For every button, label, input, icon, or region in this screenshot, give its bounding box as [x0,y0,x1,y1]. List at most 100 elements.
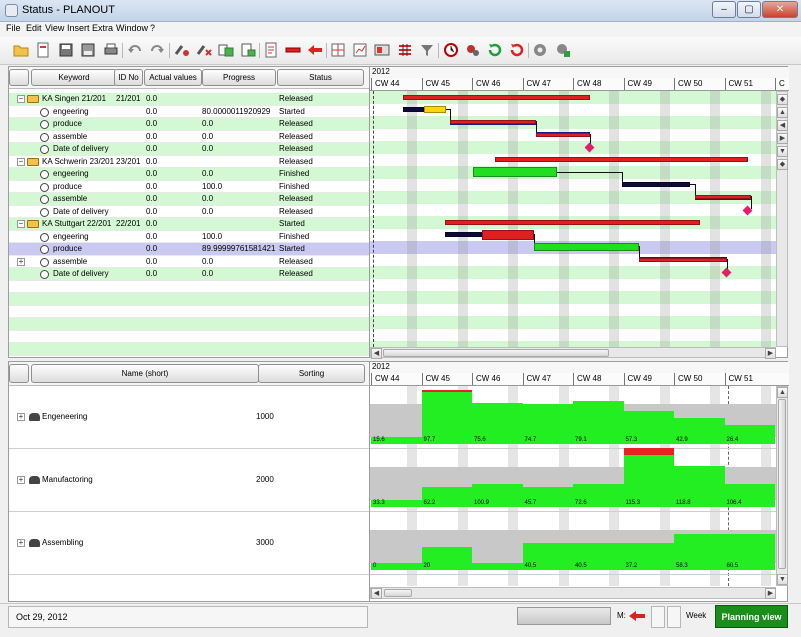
column-id-no[interactable]: ID No [114,69,143,86]
expand-toggle[interactable]: + [17,476,25,484]
gantt-finished-bar[interactable] [473,167,557,178]
load-scroll-left-arrow[interactable]: ◀ [371,588,382,599]
resources-corner-button[interactable] [9,364,29,383]
order-row[interactable]: + assemble 0.0 0.0 Released [9,255,371,268]
document-icon[interactable] [263,42,279,58]
print-icon[interactable] [103,42,119,58]
layout-icon[interactable] [374,42,390,58]
expand-toggle[interactable]: − [17,95,25,103]
gantt-task-bar[interactable] [536,132,590,137]
gantt-scroll-right-arrow[interactable]: ▶ [765,348,776,359]
plugin-icon[interactable] [555,42,571,58]
load-vertical-scrollbar[interactable]: ▲ ▼ [776,386,788,586]
arrow-left-icon[interactable] [307,42,323,58]
clock-icon[interactable] [443,42,459,58]
gantt-task-bar[interactable] [450,120,536,125]
undo-icon[interactable] [127,42,143,58]
maximize-button[interactable]: ▢ [737,1,761,18]
column-status[interactable]: Status [277,69,364,86]
settings-icon[interactable] [532,42,548,58]
gantt-task-bar[interactable] [482,229,534,240]
gantt-scroll-left-arrow[interactable]: ◀ [371,348,382,359]
column-actual-values[interactable]: Actual values [144,69,202,86]
load-horizontal-scrollbar[interactable]: ◀ ▶ [370,587,776,599]
order-row[interactable]: assemble 0.0 0.0 Released [9,193,371,206]
gantt-progress-bar[interactable] [403,107,424,113]
gantt-summary-bar[interactable] [403,94,590,100]
save-as-icon[interactable] [80,42,96,58]
gantt-scroll-down-button[interactable]: ▼ [777,146,788,157]
gantt-task-bar[interactable] [622,182,690,188]
order-row[interactable]: Date of delivery 0.0 0.0 Released [9,143,371,156]
expand-toggle[interactable]: − [17,220,25,228]
orders-corner-button[interactable] [9,69,29,86]
menu-view[interactable]: View [45,23,64,33]
load-scroll-thumb[interactable] [778,399,786,569]
gantt-scroll-right-button[interactable]: ▶ [777,133,788,144]
gantt-scroll-thumb[interactable] [383,349,609,357]
menu-insert[interactable]: Insert [67,23,90,33]
gantt-task-bar[interactable] [445,232,482,238]
order-row[interactable]: engeering 0.0 0.0 Finished [9,168,371,181]
gears-icon[interactable] [465,42,481,58]
order-row[interactable]: produce 0.0 0.0 Released [9,118,371,131]
order-row[interactable]: Date of delivery 0.0 0.0 Released [9,268,371,281]
order-row[interactable]: engeering 0.0 80.0000011920929 Started [9,105,371,118]
menu-edit[interactable]: Edit [26,23,42,33]
load-scroll-right-arrow[interactable]: ▶ [765,588,776,599]
menu-extra[interactable]: Extra [92,23,113,33]
gantt-scroll-bottom-button[interactable]: ◆ [777,159,788,170]
unlink-icon[interactable] [196,42,212,58]
menu-help[interactable]: ? [150,23,155,33]
resource-row[interactable]: + Manufactoring 2000 [9,449,371,512]
open-icon[interactable] [13,42,29,58]
gantt-task-bar[interactable] [695,195,751,200]
close-button[interactable]: ✕ [762,1,798,18]
order-row[interactable]: Date of delivery 0.0 0.0 Released [9,205,371,218]
refresh-icon[interactable] [487,42,503,58]
expand-toggle[interactable]: + [17,413,25,421]
order-row[interactable]: produce 0.0 100.0 Finished [9,180,371,193]
gantt-progress-bar[interactable] [424,106,446,114]
bar-icon[interactable] [285,42,301,58]
column-keyword[interactable]: Keyword [31,69,117,86]
expand-toggle[interactable]: + [17,257,25,266]
order-row[interactable]: − KA Schwerin 23/201 23/201 0.0 Released [9,155,371,168]
order-row[interactable]: − KA Singen 21/201 21/201 0.0 Released [9,93,371,106]
copy-icon[interactable] [218,42,234,58]
gantt-finished-bar[interactable] [534,243,639,252]
load-scroll-down-button[interactable]: ▼ [777,574,788,585]
grid-icon[interactable] [330,42,346,58]
reload-icon[interactable] [509,42,525,58]
load-scroll-up-button[interactable]: ▲ [777,387,788,398]
menu-window[interactable]: Window [116,23,148,33]
gantt-summary-bar[interactable] [495,157,748,163]
split-icon[interactable] [397,42,413,58]
column-sorting[interactable]: Sorting [258,364,365,383]
order-row[interactable]: − KA Stuttgart 22/201 22/201 0.0 Started [9,218,371,231]
paste-icon[interactable] [240,42,256,58]
save-icon[interactable] [58,42,74,58]
new-icon[interactable] [35,42,51,58]
resource-row[interactable]: + Engeneering 1000 [9,386,371,449]
resource-row[interactable]: + Assembling 3000 [9,512,371,575]
redo-icon[interactable] [149,42,165,58]
column-progress[interactable]: Progress [202,69,276,86]
minimize-button[interactable]: – [712,1,736,18]
planning-view-indicator[interactable]: Planning view [715,605,788,628]
order-row[interactable]: produce 0.0 89.99999761581421 Started [9,243,371,256]
gantt-summary-bar[interactable] [445,219,700,225]
gantt-task-bar[interactable] [639,257,727,262]
order-row[interactable]: engeering 0.0 100.0 Finished [9,230,371,243]
filter-icon[interactable] [419,42,435,58]
load-scroll-thumb-h[interactable] [384,589,412,597]
order-row[interactable]: assemble 0.0 0.0 Released [9,130,371,143]
gantt-horizontal-scrollbar[interactable]: ◀ ▶ [370,347,776,359]
link-icon[interactable] [174,42,190,58]
expand-toggle[interactable]: − [17,157,25,166]
column-name-short[interactable]: Name (short) [31,364,259,383]
gantt-scroll-left-button[interactable]: ◀ [777,120,788,131]
expand-toggle[interactable]: + [17,539,25,547]
chart-icon[interactable] [352,42,368,58]
gantt-scroll-up-button[interactable]: ▲ [777,107,788,118]
